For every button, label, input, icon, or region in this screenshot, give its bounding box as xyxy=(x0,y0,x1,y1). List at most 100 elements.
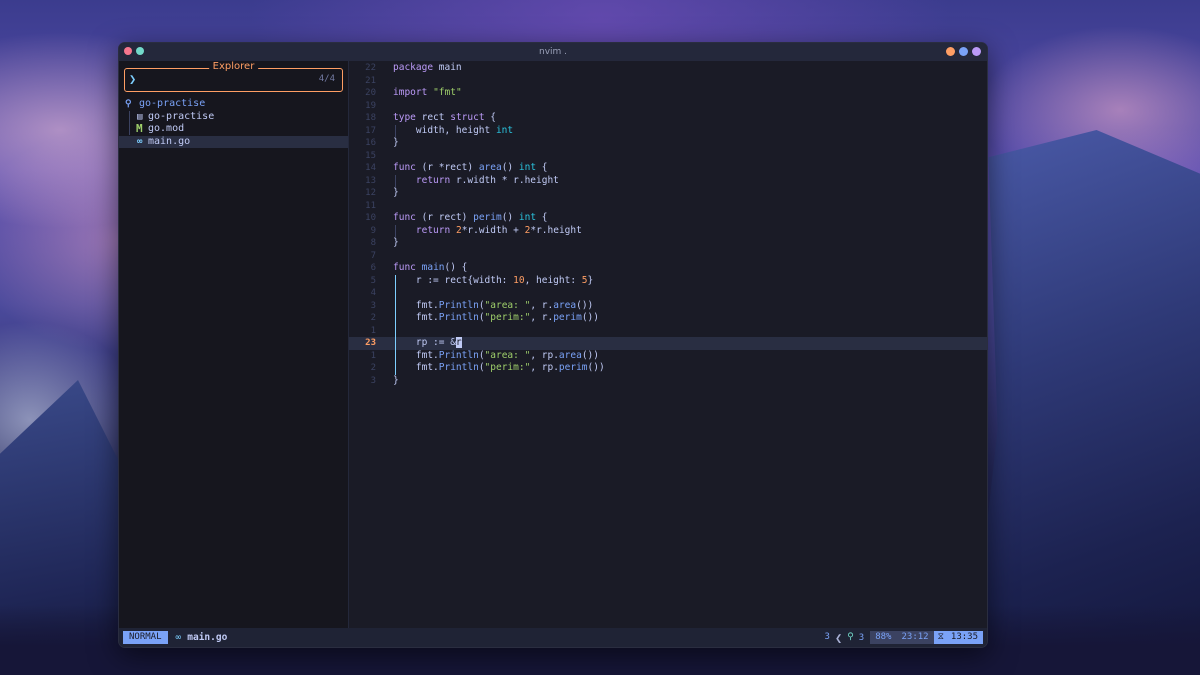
code-line[interactable]: 8} xyxy=(349,237,987,250)
code-text: func (r *rect) area() int { xyxy=(393,162,548,173)
line-number: 10 xyxy=(365,213,376,223)
code-text: fmt.Println("area: ", r.area()) xyxy=(393,299,594,311)
tree-item-label: go-practise xyxy=(139,98,206,109)
code-text: package main xyxy=(393,62,462,73)
tree-item-label: main.go xyxy=(148,135,191,147)
line-number: 7 xyxy=(370,250,376,261)
code-text: func (r rect) perim() int { xyxy=(393,212,548,223)
file-tree: ⚲ go-practise ▤ go-practise M go.mod ∞ m… xyxy=(119,98,348,148)
statusline: NORMAL ∞ main.go 3 ❮ ⚲ 3 88% 23:12 ⧖ 13:… xyxy=(119,628,987,647)
clock-icon: ⧖ xyxy=(933,631,946,644)
code-text: } xyxy=(393,137,399,148)
code-line[interactable]: 21 xyxy=(349,75,987,88)
code-line[interactable]: 9 return 2*r.width + 2*r.height xyxy=(349,224,987,237)
minimize-button[interactable] xyxy=(946,47,955,56)
tree-item-go-mod[interactable]: M go.mod xyxy=(119,122,348,136)
line-number: 9 xyxy=(370,225,376,236)
git-branch-icon: ⚲ xyxy=(847,632,854,642)
line-number: 3 xyxy=(370,300,376,311)
terminal-window: nvim . Explorer ❯ 4/4 ⚲ go-practise ▤ go… xyxy=(118,42,988,648)
line-number: 4 xyxy=(370,288,376,298)
code-line[interactable]: 18 type rect struct { xyxy=(349,112,987,125)
code-text: } xyxy=(393,187,399,198)
code-line[interactable]: 19 xyxy=(349,100,987,113)
code-line[interactable]: 12} xyxy=(349,187,987,200)
cursor-position: 23:12 xyxy=(896,631,934,644)
code-line[interactable]: 17 width, height int xyxy=(349,124,987,137)
close-button[interactable] xyxy=(972,47,981,56)
tree-item-label: go-practise xyxy=(148,110,215,122)
code-text: r := rect{width: 10, height: 5} xyxy=(393,274,594,286)
diagnostics-count-right: 3 xyxy=(858,632,865,643)
explorer-count: 4/4 xyxy=(318,74,335,84)
code-text: func main() { xyxy=(393,262,468,273)
code-text: rp := &r xyxy=(393,337,462,348)
code-line[interactable]: 16} xyxy=(349,137,987,150)
code-line[interactable]: 13 return r.width * r.height xyxy=(349,174,987,187)
indent-guide xyxy=(395,287,396,300)
code-text: type rect struct { xyxy=(393,112,496,123)
window-controls xyxy=(946,47,981,56)
code-line[interactable]: 11 xyxy=(349,200,987,213)
code-line[interactable]: 20 import "fmt" xyxy=(349,87,987,100)
line-number: 14 xyxy=(365,163,376,173)
line-number: 18 xyxy=(365,113,376,123)
code-line[interactable]: 23 rp := &r xyxy=(349,337,987,350)
go-mod-icon: M xyxy=(136,122,143,135)
code-line[interactable]: 6 func main() { xyxy=(349,262,987,275)
code-text: } xyxy=(393,237,399,248)
line-number: 2 xyxy=(370,363,376,373)
code-line[interactable]: 14 func (r *rect) area() int { xyxy=(349,162,987,175)
code-buffer[interactable]: 22 package main 21 20 import "fmt" 19 18 type r… xyxy=(349,62,987,387)
code-line[interactable]: 2 fmt.Println("perim:", rp.perim()) xyxy=(349,362,987,375)
code-line[interactable]: 5 r := rect{width: 10, height: 5} xyxy=(349,274,987,287)
tree-item-root-folder[interactable]: ⚲ go-practise xyxy=(119,98,348,111)
line-number: 22 xyxy=(365,63,376,73)
code-text: width, height int xyxy=(393,124,514,136)
line-number: 1 xyxy=(370,325,376,336)
code-line[interactable]: 10 func (r rect) perim() int { xyxy=(349,212,987,225)
code-text: return 2*r.width + 2*r.height xyxy=(415,224,582,236)
file-explorer: Explorer ❯ 4/4 ⚲ go-practise ▤ go-practi… xyxy=(119,61,349,628)
maximize-button[interactable] xyxy=(959,47,968,56)
code-line[interactable]: 2 fmt.Println("perim:", r.perim()) xyxy=(349,312,987,325)
wallpaper-rock-right xyxy=(970,130,1200,675)
code-line[interactable]: 7 xyxy=(349,250,987,263)
code-line[interactable]: 15 xyxy=(349,150,987,163)
tree-item-go-practise-binary[interactable]: ▤ go-practise xyxy=(119,111,348,124)
code-line[interactable]: 1 xyxy=(349,324,987,337)
indent-guide xyxy=(395,324,396,337)
window-title: nvim . xyxy=(538,47,568,57)
code-line[interactable]: 1 fmt.Println("area: ", rp.area()) xyxy=(349,349,987,362)
tree-item-label: go.mod xyxy=(148,123,185,134)
line-number: 15 xyxy=(365,150,376,161)
line-number: 20 xyxy=(365,88,376,98)
code-line[interactable]: 22 package main xyxy=(349,62,987,75)
statusline-right: 3 ❮ ⚲ 3 88% 23:12 ⧖ 13:35 xyxy=(820,631,983,645)
titlebar: nvim . xyxy=(119,43,987,61)
diagnostics-count-left: 3 xyxy=(824,632,830,642)
scroll-percent: 88% xyxy=(870,631,897,644)
prompt-chevron-icon: ❯ xyxy=(129,72,137,86)
clock-time: 13:35 xyxy=(945,631,983,644)
code-line[interactable]: 3 fmt.Println("area: ", r.area()) xyxy=(349,299,987,312)
code-text: fmt.Println("perim:", r.perim()) xyxy=(393,312,599,323)
pin-icon[interactable] xyxy=(136,47,144,55)
code-text: } xyxy=(393,374,399,386)
code-text: return r.width * r.height xyxy=(415,174,559,186)
code-line[interactable]: 4 xyxy=(349,287,987,300)
go-file-icon: ∞ xyxy=(137,136,143,147)
line-number: 3 xyxy=(370,375,376,386)
code-editor[interactable]: 22 package main 21 20 import "fmt" 19 18 type r… xyxy=(349,61,987,628)
line-number: 17 xyxy=(365,125,376,136)
explorer-search-box[interactable]: Explorer ❯ 4/4 xyxy=(124,61,343,92)
mode-indicator: NORMAL xyxy=(123,631,168,644)
code-text: import "fmt" xyxy=(393,87,462,98)
line-number: 5 xyxy=(370,275,376,286)
tree-item-main-go[interactable]: ∞ main.go xyxy=(119,135,348,148)
line-number: 13 xyxy=(365,175,376,186)
code-line[interactable]: 3} xyxy=(349,375,987,388)
statusline-filename: main.go xyxy=(187,632,228,643)
line-number: 12 xyxy=(365,188,376,198)
line-number: 23 xyxy=(365,338,376,348)
